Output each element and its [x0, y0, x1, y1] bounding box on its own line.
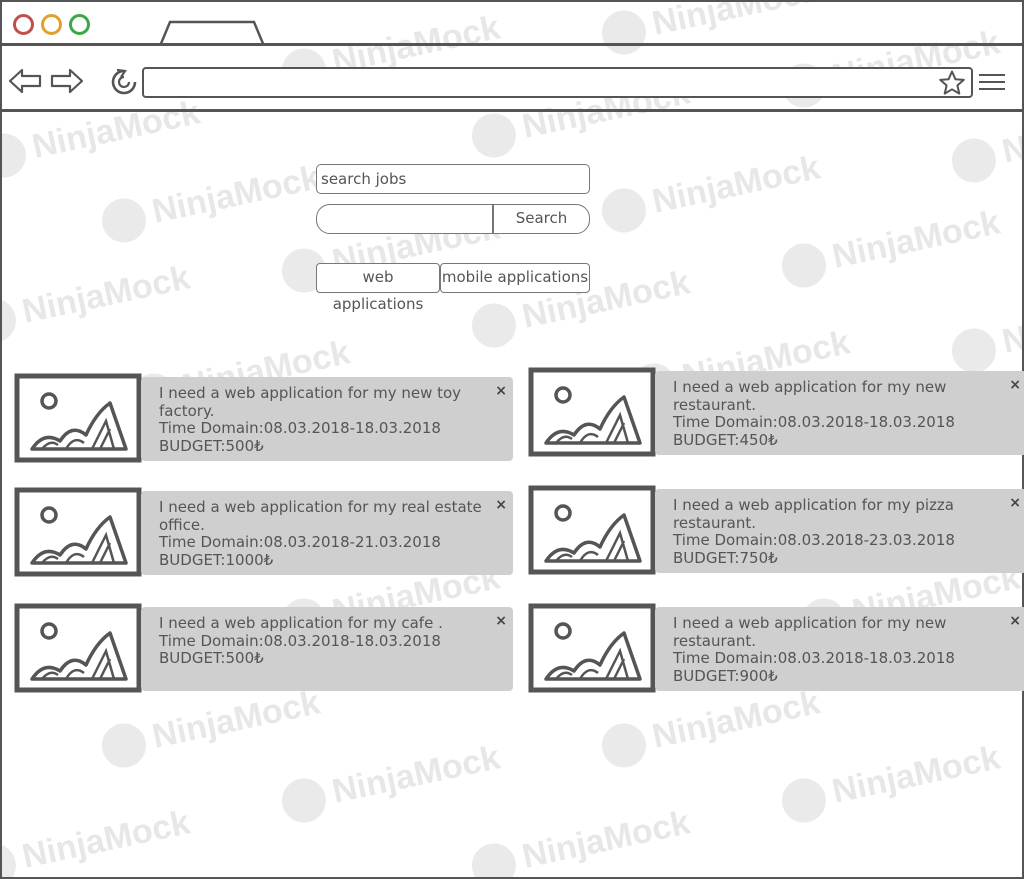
url-bar[interactable]	[142, 67, 973, 98]
search-jobs-field[interactable]: search jobs	[316, 164, 590, 194]
job-details: I need a web application for my pizza re…	[655, 489, 1024, 573]
job-details: I need a web application for my cafe . T…	[141, 607, 513, 691]
job-details: I need a web application for my real est…	[141, 491, 513, 575]
job-time-domain: Time Domain:08.03.2018-21.03.2018	[159, 533, 441, 551]
image-placeholder-icon	[528, 367, 656, 457]
close-icon[interactable]: ×	[495, 613, 507, 629]
job-budget: BUDGET:500₺	[159, 649, 264, 667]
browser-titlebar	[2, 2, 1022, 46]
close-icon[interactable]: ×	[495, 383, 507, 399]
job-card[interactable]: I need a web application for my new rest…	[514, 367, 1024, 459]
job-description-line: restaurant.	[673, 513, 756, 532]
job-budget: BUDGET:1000₺	[159, 550, 274, 569]
job-description-line: I need a web application for my new toy	[159, 384, 462, 402]
job-description-line: I need a web application for my new	[673, 378, 947, 396]
job-time-domain: Time Domain:08.03.2018-18.03.2018	[673, 413, 955, 431]
job-details: I need a web application for my new rest…	[655, 371, 1024, 455]
job-time-domain: Time Domain:08.03.2018-18.03.2018	[159, 419, 441, 437]
reload-icon[interactable]	[108, 66, 140, 98]
search-bar: Search	[316, 204, 590, 234]
job-time-domain: Time Domain:08.03.2018-18.03.2018	[673, 649, 955, 667]
menu-icon[interactable]	[978, 73, 1006, 91]
job-budget: BUDGET:750₺	[673, 548, 778, 567]
category-web-applications[interactable]: web applications	[316, 263, 440, 313]
forward-arrow-icon[interactable]	[50, 67, 84, 95]
window-maximize-dot[interactable]	[69, 14, 90, 35]
job-card[interactable]: I need a web application for my cafe . T…	[0, 603, 513, 695]
job-card[interactable]: I need a web application for my new rest…	[514, 603, 1024, 695]
job-text: I need a web application for my real est…	[159, 498, 489, 569]
job-budget: BUDGET:900₺	[673, 666, 778, 685]
job-text: I need a web application for my new rest…	[673, 378, 1003, 449]
star-icon[interactable]	[938, 70, 966, 96]
close-icon[interactable]: ×	[495, 497, 507, 513]
job-card[interactable]: I need a web application for my new toy …	[0, 373, 513, 465]
close-icon[interactable]: ×	[1009, 495, 1021, 511]
window-minimize-dot[interactable]	[41, 14, 62, 35]
job-description-line: I need a web application for my cafe .	[159, 614, 443, 632]
close-icon[interactable]: ×	[1009, 613, 1021, 629]
job-description-line: I need a web application for my real est…	[159, 498, 482, 516]
job-time-domain: Time Domain:08.03.2018-18.03.2018	[159, 631, 441, 650]
job-text: I need a web application for my cafe . T…	[159, 614, 489, 668]
job-details: I need a web application for my new toy …	[141, 377, 513, 461]
job-budget: BUDGET:500₺	[159, 436, 264, 455]
job-budget: BUDGET:450₺	[673, 430, 778, 449]
image-placeholder-icon	[14, 373, 142, 463]
job-description-line: I need a web application for my pizza	[673, 496, 954, 514]
job-description-line: office.	[159, 515, 205, 534]
image-placeholder-icon	[528, 485, 656, 575]
image-placeholder-icon	[14, 603, 142, 693]
job-card[interactable]: I need a web application for my real est…	[0, 487, 513, 579]
job-card[interactable]: I need a web application for my pizza re…	[514, 485, 1024, 577]
category-mobile-applications[interactable]: mobile applications	[440, 263, 590, 293]
job-description-line: restaurant.	[673, 631, 756, 650]
job-time-domain: Time Domain:08.03.2018-23.03.2018	[673, 531, 955, 549]
back-arrow-icon[interactable]	[8, 67, 42, 95]
search-button[interactable]: Search	[494, 205, 589, 233]
close-icon[interactable]: ×	[1009, 377, 1021, 393]
job-text: I need a web application for my new rest…	[673, 614, 1003, 685]
job-text: I need a web application for my pizza re…	[673, 496, 1003, 567]
job-text: I need a web application for my new toy …	[159, 384, 489, 455]
job-description-line: factory.	[159, 401, 215, 420]
job-description-line: restaurant.	[673, 395, 756, 414]
image-placeholder-icon	[528, 603, 656, 693]
image-placeholder-icon	[14, 487, 142, 577]
job-description-line: I need a web application for my new	[673, 614, 947, 632]
job-details: I need a web application for my new rest…	[655, 607, 1024, 691]
window-close-dot[interactable]	[13, 14, 34, 35]
